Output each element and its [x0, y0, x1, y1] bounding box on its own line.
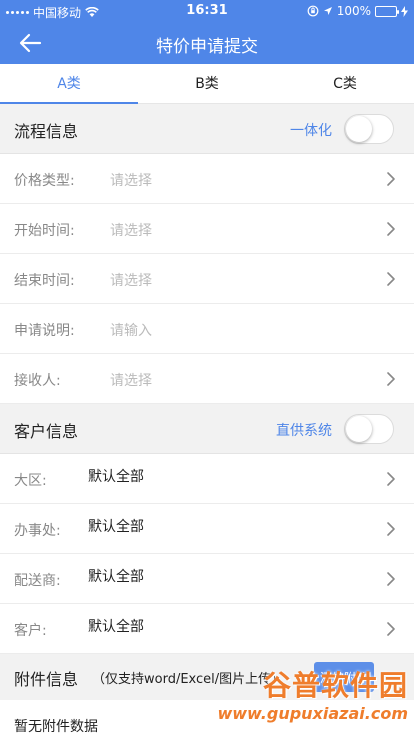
orientation-lock-icon [307, 5, 319, 17]
attachment-list: 暂无附件数据 [0, 700, 414, 736]
chevron-right-icon [387, 522, 395, 536]
nav-bar: 特价申请提交 [0, 22, 414, 64]
toggle-knob [346, 116, 372, 142]
end-time-row[interactable]: 结束时间: 请选择 [0, 254, 414, 304]
tab-a[interactable]: A类 [0, 64, 138, 104]
integrated-toggle-label: 一体化 [290, 123, 332, 139]
battery-percent: 100% [336, 4, 371, 18]
chevron-right-icon [387, 222, 395, 236]
add-attachment-button[interactable]: 添加附件 [314, 662, 374, 692]
start-time-select[interactable]: 请选择 [110, 220, 152, 240]
chevron-right-icon [387, 272, 395, 286]
distributor-value[interactable]: 默认全部 [88, 566, 144, 586]
receiver-select[interactable]: 请选择 [110, 370, 152, 390]
region-row[interactable]: 大区: 默认全部 [0, 454, 414, 504]
distributor-label: 配送商: [14, 573, 61, 589]
chevron-right-icon [387, 622, 395, 636]
customer-section-title: 客户信息 [14, 422, 79, 441]
description-row[interactable]: 申请说明: 请输入 [0, 304, 414, 354]
description-input[interactable]: 请输入 [110, 320, 152, 340]
battery-icon [375, 5, 399, 17]
attachment-section-title: 附件信息 [14, 670, 79, 689]
start-time-row[interactable]: 开始时间: 请选择 [0, 204, 414, 254]
description-label: 申请说明: [14, 323, 75, 339]
chevron-right-icon [387, 472, 395, 486]
tab-b[interactable]: B类 [138, 64, 276, 103]
attachment-section-header: 附件信息 （仅支持word/Excel/图片上传） 添加附件 [0, 654, 414, 700]
customer-value[interactable]: 默认全部 [88, 616, 144, 636]
customer-label: 客户: [14, 623, 47, 639]
price-type-select[interactable]: 请选择 [110, 170, 152, 190]
end-time-label: 结束时间: [14, 273, 75, 289]
end-time-select[interactable]: 请选择 [110, 270, 152, 290]
integrated-toggle[interactable] [344, 114, 394, 144]
price-type-label: 价格类型: [14, 173, 75, 189]
chevron-right-icon [387, 172, 395, 186]
price-type-row[interactable]: 价格类型: 请选择 [0, 154, 414, 204]
attachment-note: （仅支持word/Excel/图片上传） [92, 672, 285, 687]
toggle-knob [346, 416, 372, 442]
process-section-title: 流程信息 [14, 122, 79, 141]
status-right: 100% [307, 4, 408, 18]
chevron-right-icon [387, 572, 395, 586]
customer-section-header: 客户信息 直供系统 [0, 404, 414, 454]
receiver-row[interactable]: 接收人: 请选择 [0, 354, 414, 404]
charging-icon [401, 5, 408, 17]
receiver-label: 接收人: [14, 373, 61, 389]
distributor-row[interactable]: 配送商: 默认全部 [0, 554, 414, 604]
tab-c[interactable]: C类 [276, 64, 414, 103]
office-value[interactable]: 默认全部 [88, 516, 144, 536]
customer-row[interactable]: 客户: 默认全部 [0, 604, 414, 654]
chevron-right-icon [387, 372, 395, 386]
category-tabs: A类 B类 C类 [0, 64, 414, 104]
start-time-label: 开始时间: [14, 223, 75, 239]
direct-supply-toggle[interactable] [344, 414, 394, 444]
empty-attachment-text: 暂无附件数据 [14, 719, 98, 735]
status-bar: 中国移动 16:31 100% [0, 0, 414, 22]
special-price-request-screen: 中国移动 16:31 100% 特价申请提交 A类 B类 C类 流程信息 一体化… [0, 0, 414, 736]
office-label: 办事处: [14, 523, 61, 539]
region-value[interactable]: 默认全部 [88, 466, 144, 486]
region-label: 大区: [14, 473, 47, 489]
page-title: 特价申请提交 [156, 37, 258, 57]
top-bar: 中国移动 16:31 100% 特价申请提交 [0, 0, 414, 64]
direct-supply-toggle-label: 直供系统 [276, 423, 332, 439]
process-section-header: 流程信息 一体化 [0, 104, 414, 154]
location-icon [323, 7, 332, 15]
office-row[interactable]: 办事处: 默认全部 [0, 504, 414, 554]
